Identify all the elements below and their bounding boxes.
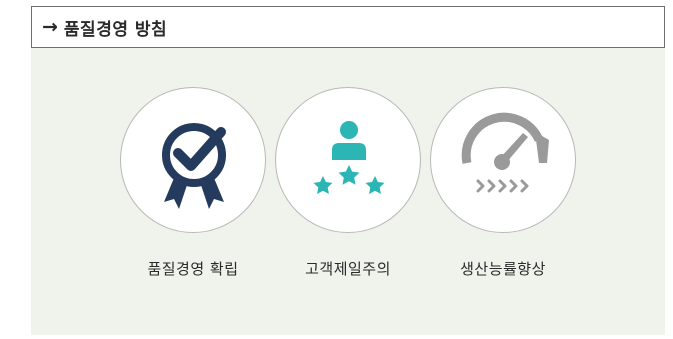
section-title: 품질경영 방침: [63, 19, 168, 40]
customer-rating-icon: [313, 121, 385, 194]
award-checkmark-icon: [162, 123, 226, 209]
quality-management-label: 품질경영 확립: [147, 260, 239, 278]
speedometer-icon: [461, 112, 549, 193]
quality-management-circle: [120, 87, 266, 233]
customer-first-circle: [275, 87, 421, 233]
arrow-right-icon: →: [42, 15, 58, 38]
section-header: → 품질경영 방침: [31, 6, 665, 48]
productivity-circle: [430, 87, 576, 233]
productivity-label: 생산능률향상: [460, 260, 546, 278]
customer-first-label: 고객제일주의: [305, 260, 391, 278]
